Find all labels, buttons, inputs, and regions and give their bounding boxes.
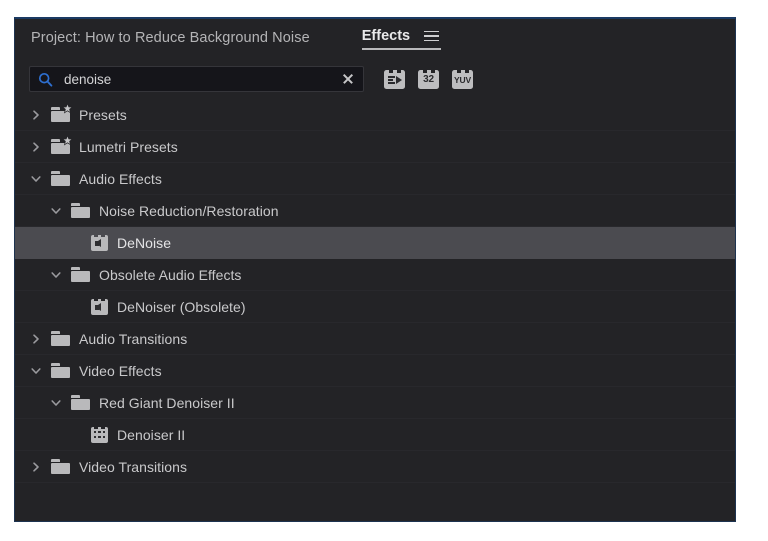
tree-row[interactable]: Audio Effects	[15, 163, 735, 195]
row-icon-wrap	[91, 426, 108, 443]
effects-tree: Presets Lumetri Presets Audio Effects Noise…	[15, 99, 735, 483]
chevron-down-icon[interactable]	[49, 396, 63, 410]
chevron-down-icon[interactable]	[49, 268, 63, 282]
accelerated-effect-glyph	[387, 75, 402, 85]
close-x-icon[interactable]	[340, 71, 356, 87]
audio-effect-icon	[91, 234, 108, 251]
search-input[interactable]	[30, 67, 363, 91]
tree-row-label: Red Giant Denoiser II	[99, 394, 235, 411]
row-icon-wrap	[51, 171, 70, 186]
tree-row-label: Presets	[79, 106, 127, 123]
tree-row[interactable]: Noise Reduction/Restoration	[15, 195, 735, 227]
row-icon-wrap	[51, 331, 70, 346]
folder-icon	[51, 171, 70, 186]
chevron-right-icon[interactable]	[29, 332, 43, 346]
row-icon-wrap	[71, 203, 90, 218]
32-bit-label: 32	[423, 74, 434, 85]
tree-row-label: Lumetri Presets	[79, 138, 178, 155]
search-box[interactable]	[29, 66, 364, 92]
tab-project[interactable]: Project: How to Reduce Background Noise	[31, 30, 310, 49]
tree-row[interactable]: Audio Transitions	[15, 323, 735, 355]
search-row: 32 YUV	[15, 59, 735, 99]
tree-row-label: Noise Reduction/Restoration	[99, 202, 279, 219]
yuv-color-icon[interactable]: YUV	[452, 69, 473, 89]
video-effect-icon	[91, 426, 108, 443]
tree-row[interactable]: Presets	[15, 99, 735, 131]
row-icon-wrap	[71, 267, 90, 282]
effects-panel: Project: How to Reduce Background Noise …	[14, 17, 736, 522]
filter-icon-group: 32 YUV	[384, 69, 473, 89]
row-icon-wrap	[51, 103, 73, 122]
preset-folder-icon	[51, 103, 73, 122]
chevron-right-icon[interactable]	[29, 140, 43, 154]
chevron-down-icon[interactable]	[29, 364, 43, 378]
tree-row-label: Audio Effects	[79, 170, 162, 187]
folder-icon	[71, 395, 90, 410]
row-icon-wrap	[91, 234, 108, 251]
screenshot-root: Project: How to Reduce Background Noise …	[0, 0, 768, 541]
tree-row-label: Video Effects	[79, 362, 162, 379]
panel-tab-bar: Project: How to Reduce Background Noise …	[15, 19, 735, 59]
search-magnifier-icon	[38, 72, 53, 87]
accelerated-effect-icon[interactable]	[384, 69, 405, 89]
tree-row[interactable]: DeNoiser (Obsolete)	[15, 291, 735, 323]
tree-row-label: Audio Transitions	[79, 330, 188, 347]
tree-row-label: Denoiser II	[117, 426, 186, 443]
tree-row[interactable]: Denoiser II	[15, 419, 735, 451]
audio-effect-icon	[91, 298, 108, 315]
chevron-down-icon[interactable]	[29, 172, 43, 186]
tree-row[interactable]: Lumetri Presets	[15, 131, 735, 163]
32-bit-color-icon[interactable]: 32	[418, 69, 439, 89]
chevron-down-icon[interactable]	[49, 204, 63, 218]
tree-row-label: Video Transitions	[79, 458, 187, 475]
folder-icon	[71, 267, 90, 282]
folder-icon	[51, 331, 70, 346]
tree-row-label: DeNoise	[117, 234, 172, 251]
active-tab-underline	[361, 48, 442, 50]
tree-row-label: DeNoiser (Obsolete)	[117, 298, 246, 315]
tree-row[interactable]: Video Effects	[15, 355, 735, 387]
folder-icon	[71, 203, 90, 218]
chevron-right-icon[interactable]	[29, 108, 43, 122]
row-icon-wrap	[51, 459, 70, 474]
tree-row-label: Obsolete Audio Effects	[99, 266, 242, 283]
chevron-right-icon[interactable]	[29, 460, 43, 474]
tree-row[interactable]: Red Giant Denoiser II	[15, 387, 735, 419]
row-icon-wrap	[51, 363, 70, 378]
row-icon-wrap	[51, 135, 73, 154]
tree-row[interactable]: DeNoise	[15, 227, 735, 259]
row-icon-wrap	[71, 395, 90, 410]
hamburger-menu-icon[interactable]	[424, 30, 440, 42]
yuv-label: YUV	[454, 74, 471, 85]
row-icon-wrap	[91, 298, 108, 315]
tab-effects[interactable]: Effects	[362, 28, 410, 44]
tree-row[interactable]: Video Transitions	[15, 451, 735, 483]
folder-icon	[51, 363, 70, 378]
tab-effects-group: Effects	[361, 28, 442, 50]
tree-row[interactable]: Obsolete Audio Effects	[15, 259, 735, 291]
preset-folder-icon	[51, 135, 73, 154]
folder-icon	[51, 459, 70, 474]
